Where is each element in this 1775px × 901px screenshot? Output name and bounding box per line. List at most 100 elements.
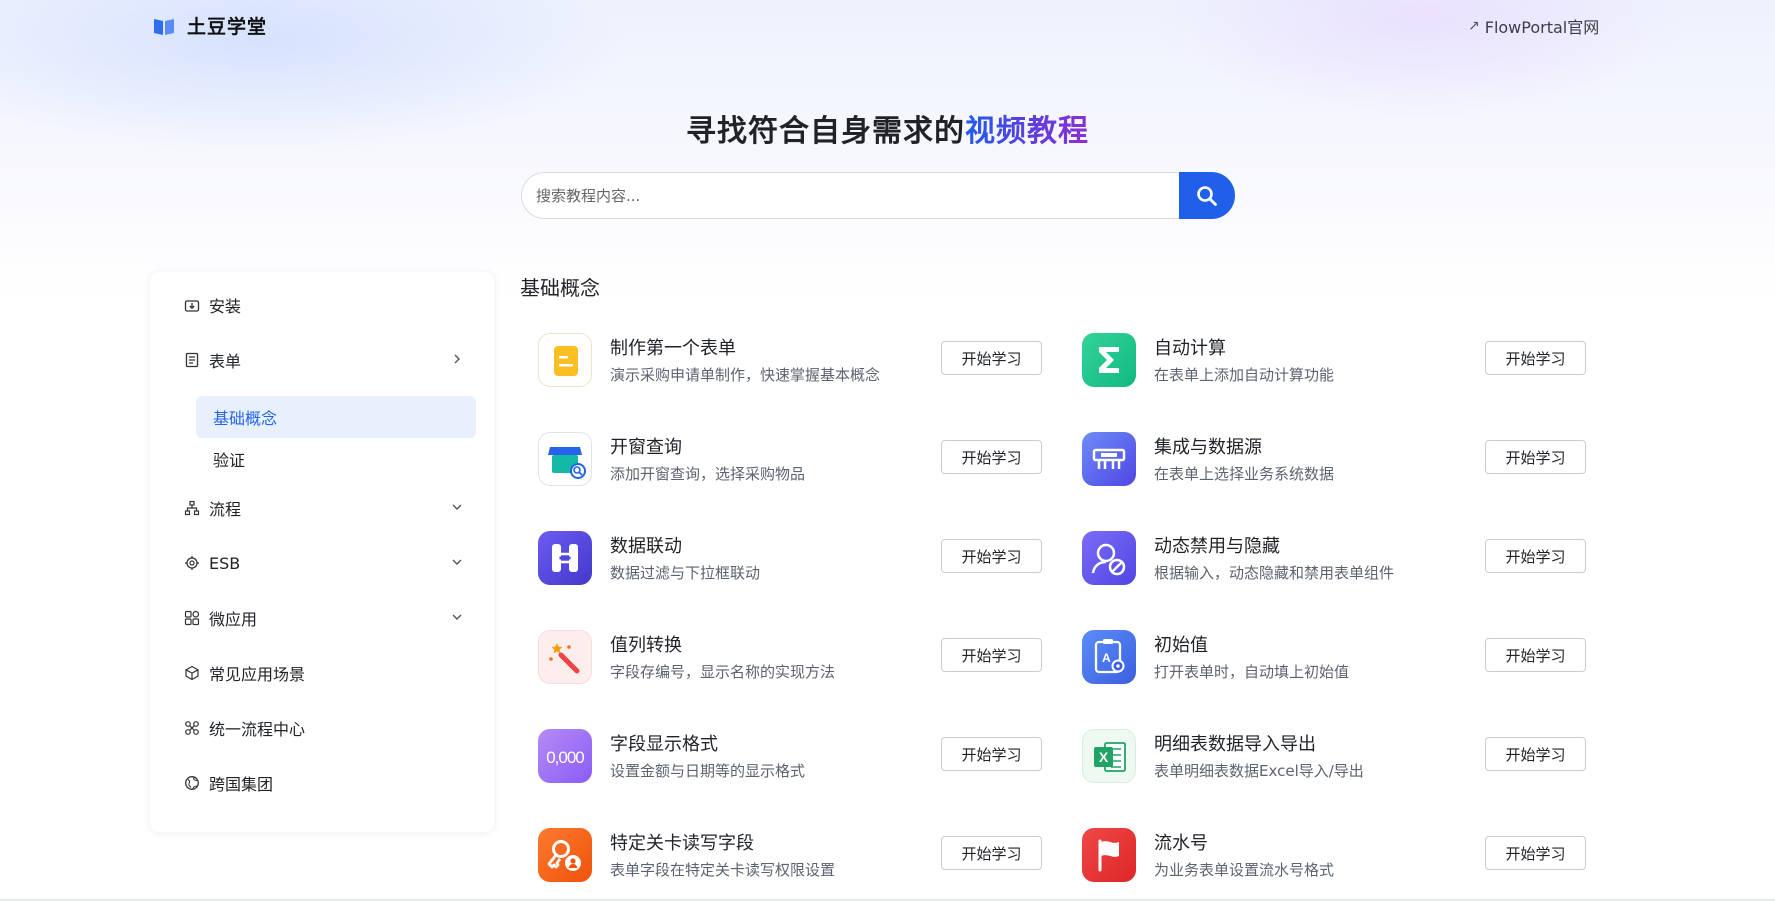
flag-icon [1082,828,1136,882]
cube-icon [184,665,200,681]
tutorial-card: 特定关卡读写字段 表单字段在特定关卡读写权限设置 开始学习 [520,819,1042,885]
card-description: 表单明细表数据Excel导入/导出 [1154,762,1364,780]
external-arrow-icon: ↗ [1468,18,1480,34]
link-icon [538,531,592,585]
sidebar-item-label: 常见应用场景 [209,665,306,684]
search-icon [1197,185,1217,206]
card-title: 初始值 [1154,635,1208,656]
start-learning-button[interactable]: 开始学习 [941,737,1042,771]
chevron-down-icon [452,614,462,620]
tutorial-card: 制作第一个表单 演示采购申请单制作，快速掌握基本概念 开始学习 [520,324,1042,390]
excel-icon: X [1082,729,1136,783]
key-user-icon [538,828,592,882]
tutorial-card: 值列转换 字段存编号，显示名称的实现方法 开始学习 [520,621,1042,687]
card-title: 数据联动 [610,536,682,557]
sidebar-item-workflow[interactable]: 流程 [184,493,464,523]
card-description: 在表单上选择业务系统数据 [1154,465,1335,483]
sidebar-item-label: 流程 [209,500,242,519]
header-background [0,0,1775,300]
grid-apps-icon [184,610,200,626]
search-button[interactable] [1179,172,1235,219]
tutorial-card: A 初始值 打开表单时，自动填上初始值 开始学习 [1064,621,1586,687]
sidebar-nav: 安装 表单 基础概念 验证 流程 ESB 微应用 常见应用场景 统一流程中心 跨… [150,272,494,832]
card-description: 根据输入，动态隐藏和禁用表单组件 [1154,564,1395,582]
chevron-right-icon [454,354,460,364]
sidebar-item-label: 表单 [209,352,242,371]
sidebar-item-common-scenarios[interactable]: 常见应用场景 [184,658,464,688]
start-learning-button[interactable]: 开始学习 [1485,638,1586,672]
card-title: 明细表数据导入导出 [1154,734,1316,755]
card-description: 在表单上添加自动计算功能 [1154,366,1335,384]
card-title: 流水号 [1154,833,1208,854]
card-title: 制作第一个表单 [610,338,736,359]
download-box-icon [184,297,200,313]
tutorial-card: 0,000 字段显示格式 设置金额与日期等的显示格式 开始学习 [520,720,1042,786]
magic-wand-icon [538,630,592,684]
sigma-icon [1082,333,1136,387]
globe-icon [184,775,200,791]
svg-text:X: X [1099,749,1109,765]
flowportal-link-label: FlowPortal官网 [1484,18,1600,37]
flowchart-icon [184,500,200,516]
card-title: 特定关卡读写字段 [610,833,754,854]
card-title: 值列转换 [610,635,682,656]
sidebar-item-unified-process-center[interactable]: 统一流程中心 [184,713,464,743]
flowportal-official-link[interactable]: ↗ FlowPortal官网 [1468,14,1599,38]
card-description: 数据过滤与下拉框联动 [610,564,761,582]
search-bar [521,172,1235,219]
number-format-icon: 0,000 [538,729,592,783]
tutorial-card: 数据联动 数据过滤与下拉框联动 开始学习 [520,522,1042,588]
initial-value-icon: A [1082,630,1136,684]
sidebar-item-install[interactable]: 安装 [184,290,464,320]
sidebar-item-label: 安装 [209,297,242,316]
store-search-icon [538,432,592,486]
sidebar-subitem-basic-concepts[interactable]: 基础概念 [196,396,476,438]
tutorial-card: 流水号 为业务表单设置流水号格式 开始学习 [1064,819,1586,885]
hero-title-highlight: 视频教程 [965,114,1089,149]
svg-text:A: A [1102,651,1111,665]
brand-name: 土豆学堂 [187,16,268,38]
tutorial-card: 集成与数据源 在表单上选择业务系统数据 开始学习 [1064,423,1586,489]
sidebar-subitem-validation[interactable]: 验证 [196,438,476,480]
section-title: 基础概念 [520,276,600,300]
start-learning-button[interactable]: 开始学习 [1485,440,1586,474]
card-description: 为业务表单设置流水号格式 [1154,861,1335,879]
sidebar-item-multinational-group[interactable]: 跨国集团 [184,768,464,798]
card-title: 自动计算 [1154,338,1226,359]
card-description: 表单字段在特定关卡读写权限设置 [610,861,836,879]
card-description: 演示采购申请单制作，快速掌握基本概念 [610,366,881,384]
hero-title: 寻找符合自身需求的视频教程 [0,106,1775,150]
tutorial-card: 自动计算 在表单上添加自动计算功能 开始学习 [1064,324,1586,390]
card-title: 集成与数据源 [1154,437,1262,458]
connector-icon [1082,432,1136,486]
brand-logo[interactable]: 土豆学堂 [153,12,267,39]
sidebar-item-esb[interactable]: ESB [184,548,464,578]
card-title: 字段显示格式 [610,734,718,755]
start-learning-button[interactable]: 开始学习 [941,440,1042,474]
card-title: 动态禁用与隐藏 [1154,536,1280,557]
start-learning-button[interactable]: 开始学习 [1485,737,1586,771]
card-description: 打开表单时，自动填上初始值 [1154,663,1350,681]
tutorial-card: 动态禁用与隐藏 根据输入，动态隐藏和禁用表单组件 开始学习 [1064,522,1586,588]
disable-icon [1082,531,1136,585]
start-learning-button[interactable]: 开始学习 [941,638,1042,672]
chevron-down-icon [452,504,462,510]
start-learning-button[interactable]: 开始学习 [941,341,1042,375]
start-learning-button[interactable]: 开始学习 [941,539,1042,573]
search-input[interactable] [521,172,1179,219]
card-description: 添加开窗查询，选择采购物品 [610,465,806,483]
sidebar-item-form[interactable]: 表单 [184,345,464,375]
hub-icon [184,720,200,736]
card-description: 字段存编号，显示名称的实现方法 [610,663,836,681]
start-learning-button[interactable]: 开始学习 [941,836,1042,870]
svg-text:0,000: 0,000 [546,748,584,767]
chevron-down-icon [452,559,462,565]
tutorial-card: 开窗查询 添加开窗查询，选择采购物品 开始学习 [520,423,1042,489]
card-description: 设置金额与日期等的显示格式 [610,762,806,780]
start-learning-button[interactable]: 开始学习 [1485,539,1586,573]
sidebar-item-label: 统一流程中心 [209,720,306,739]
sidebar-item-micro-apps[interactable]: 微应用 [184,603,464,633]
start-learning-button[interactable]: 开始学习 [1485,836,1586,870]
document-icon [538,333,592,387]
start-learning-button[interactable]: 开始学习 [1485,341,1586,375]
